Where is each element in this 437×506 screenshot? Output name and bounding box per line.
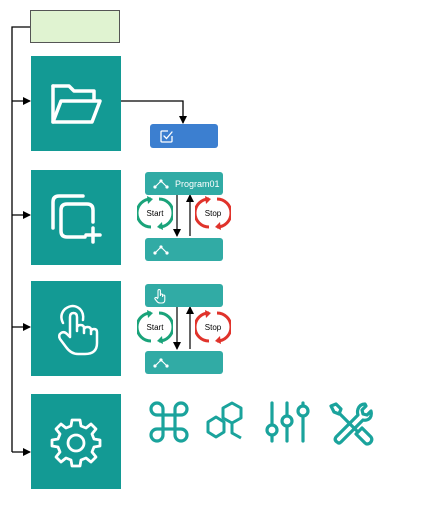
tools-wrench-icon[interactable] [327, 400, 375, 446]
flow-nodes-icon [153, 244, 169, 255]
hand-pointer-small-icon [154, 288, 166, 304]
root-node-box [30, 10, 120, 43]
copy-add-icon [51, 193, 102, 244]
touch-bar[interactable] [145, 284, 223, 307]
start-cycle-icon[interactable]: Start [137, 195, 173, 231]
touch-bottom-bar[interactable] [145, 351, 223, 374]
stop-cycle-icon[interactable]: Stop [195, 195, 231, 231]
stop-label: Stop [205, 209, 222, 218]
flow-nodes-icon [153, 357, 169, 368]
apps-command-icon[interactable] [148, 400, 190, 444]
program-label: Program01 [175, 178, 220, 189]
touch-start-cycle-icon[interactable]: Start [137, 309, 173, 345]
touch-start-label: Start [147, 323, 165, 332]
program-bottom-bar[interactable] [145, 238, 223, 261]
start-label: Start [147, 209, 165, 218]
program-bar[interactable]: Program01 [145, 172, 223, 195]
settings-tile[interactable] [31, 394, 121, 489]
folder-open-icon [51, 83, 102, 124]
checkbox-edit-icon [160, 130, 173, 143]
touch-tile[interactable] [31, 281, 121, 376]
copy-add-tile[interactable] [31, 170, 121, 265]
hexagon-nodes-icon[interactable] [203, 400, 251, 444]
touch-stop-cycle-icon[interactable]: Stop [195, 309, 231, 345]
flow-nodes-icon [153, 178, 169, 189]
touch-stop-label: Stop [205, 323, 222, 332]
sliders-icon[interactable] [265, 400, 311, 444]
select-bar[interactable] [150, 124, 218, 148]
gear-icon [50, 418, 102, 467]
open-folder-tile[interactable] [31, 56, 121, 151]
hand-pointer-icon [57, 304, 99, 355]
